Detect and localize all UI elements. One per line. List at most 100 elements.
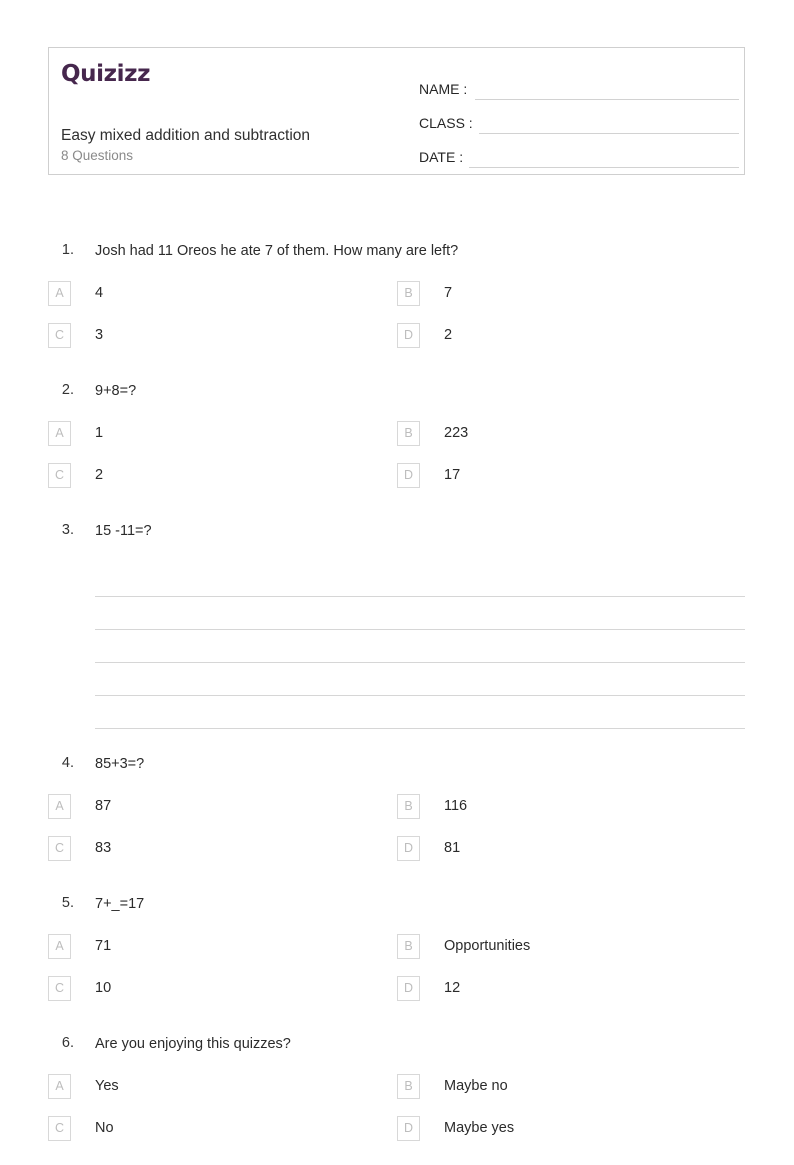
answer-option[interactable]: B7 <box>397 272 452 314</box>
answer-write-line[interactable] <box>95 696 745 729</box>
answer-option[interactable]: D 81 <box>397 827 460 869</box>
option-letter-box[interactable]: A <box>48 793 71 819</box>
option-row: C3D2 <box>0 314 794 356</box>
answer-option[interactable]: A Yes <box>48 1065 119 1107</box>
answer-options: A4B7C3D2 <box>0 272 794 356</box>
option-row: A Yes B Maybe no <box>0 1065 794 1107</box>
answer-option[interactable]: A 71 <box>48 925 111 967</box>
header-left-section: Quizizz Easy mixed addition and subtract… <box>61 48 411 174</box>
option-letter-box[interactable]: B <box>397 1073 420 1099</box>
question-block: 5. 7+_=17 A 71 B Opportunities C 10 D 12 <box>0 885 794 1025</box>
option-letter-box[interactable]: C <box>48 1115 71 1141</box>
answer-write-line[interactable] <box>95 597 745 630</box>
option-letter-box[interactable]: C <box>48 975 71 1001</box>
question-spacer <box>0 496 794 512</box>
answer-write-line[interactable] <box>95 663 745 696</box>
option-text: Maybe yes <box>444 1120 515 1136</box>
answer-write-line[interactable] <box>95 564 745 597</box>
option-letter-box[interactable]: C <box>48 835 71 861</box>
answer-option[interactable]: D 17 <box>397 454 460 496</box>
option-letter-box[interactable]: B <box>397 793 420 819</box>
answer-option[interactable]: A4 <box>48 272 103 314</box>
option-letter-box[interactable]: D <box>397 322 420 348</box>
question-block: 3. 15 -11=? <box>0 512 794 745</box>
question-block: 1. Josh had 11 Oreos he ate 7 of them. Ho… <box>0 232 794 372</box>
question-number: 1. <box>61 242 74 258</box>
answer-option[interactable]: D 12 <box>397 967 460 1009</box>
question-text: 15 -11=? <box>95 523 152 539</box>
question-spacer <box>0 356 794 372</box>
option-text: 71 <box>95 938 112 954</box>
question-block: 2. 9+8=? A 1 B 223 C 2 D 17 <box>0 372 794 512</box>
name-field-label: NAME : <box>419 81 468 97</box>
answer-option[interactable]: C No <box>48 1107 114 1149</box>
option-text: 3 <box>95 327 104 343</box>
option-row: A 1 B 223 <box>0 412 794 454</box>
option-letter-box[interactable]: A <box>48 420 71 446</box>
answer-options: A 1 B 223 C 2 D 17 <box>0 412 794 496</box>
option-text: 81 <box>444 840 461 856</box>
option-text: Yes <box>95 1078 119 1094</box>
answer-option[interactable]: B Opportunities <box>397 925 530 967</box>
option-letter-box[interactable]: A <box>48 1073 71 1099</box>
date-field-row: DATE : <box>419 134 739 168</box>
answer-options: A 87 B 116 C 83 D 81 <box>0 785 794 869</box>
answer-option[interactable]: C3 <box>48 314 103 356</box>
answer-option[interactable]: B Maybe no <box>397 1065 508 1107</box>
option-text: 87 <box>95 798 112 814</box>
answer-write-line[interactable] <box>95 630 745 663</box>
questions-list: 1. Josh had 11 Oreos he ate 7 of them. Ho… <box>0 232 794 1165</box>
option-letter-box[interactable]: D <box>397 975 420 1001</box>
answer-option[interactable]: A1 <box>48 412 103 454</box>
answer-option[interactable]: D Maybe yes <box>397 1107 514 1149</box>
option-text: 223 <box>444 425 469 441</box>
option-letter-box[interactable]: B <box>397 280 420 306</box>
date-field-input-line[interactable] <box>469 147 739 168</box>
question-number: 2. <box>61 382 74 398</box>
answer-option[interactable]: A 87 <box>48 785 111 827</box>
option-letter-box[interactable]: C <box>48 322 71 348</box>
question-header: 2. 9+8=? <box>0 372 794 412</box>
option-letter-box[interactable]: B <box>397 933 420 959</box>
option-text: Opportunities <box>444 938 531 954</box>
answer-option[interactable]: C 83 <box>48 827 111 869</box>
option-letter-box[interactable]: C <box>48 462 71 488</box>
date-field-label: DATE : <box>419 149 464 165</box>
option-row: A 87 B 116 <box>0 785 794 827</box>
option-text: Maybe no <box>444 1078 508 1094</box>
option-row: A 71 B Opportunities <box>0 925 794 967</box>
option-letter-box[interactable]: D <box>397 462 420 488</box>
worksheet-title: Easy mixed addition and subtraction <box>61 127 311 144</box>
option-text: 10 <box>95 980 112 996</box>
option-letter-box[interactable]: B <box>397 420 420 446</box>
question-block: 4. 85+3=? A 87 B 116 C 83 D 81 <box>0 745 794 885</box>
class-field-input-line[interactable] <box>478 113 739 134</box>
option-letter-box[interactable]: A <box>48 280 71 306</box>
option-letter-box[interactable]: D <box>397 835 420 861</box>
question-number: 5. <box>61 895 74 911</box>
question-text: Josh had 11 Oreos he ate 7 of them. How … <box>95 243 459 259</box>
answer-options: A 71 B Opportunities C 10 D 12 <box>0 925 794 1009</box>
name-field-input-line[interactable] <box>475 79 739 100</box>
question-header: 4. 85+3=? <box>0 745 794 785</box>
option-letter-box[interactable]: D <box>397 1115 420 1141</box>
class-field-row: CLASS : <box>419 100 739 134</box>
option-text: No <box>95 1120 114 1136</box>
name-field-row: NAME : <box>419 66 739 100</box>
answer-option[interactable]: D2 <box>397 314 452 356</box>
answer-option[interactable]: B 223 <box>397 412 468 454</box>
option-text: 2 <box>95 467 104 483</box>
option-text: 83 <box>95 840 112 856</box>
quizizz-logo-text: Quizizz <box>61 61 151 87</box>
quizizz-logo: Quizizz <box>61 61 150 87</box>
answer-option[interactable]: B 116 <box>397 785 467 827</box>
question-header: 3. 15 -11=? <box>0 512 794 552</box>
answer-option[interactable]: C 10 <box>48 967 111 1009</box>
question-number: 4. <box>61 755 74 771</box>
option-letter-box[interactable]: A <box>48 933 71 959</box>
answer-options: A Yes B Maybe no C No D Maybe yes <box>0 1065 794 1149</box>
answer-option[interactable]: C2 <box>48 454 103 496</box>
open-response-area[interactable] <box>0 552 794 729</box>
question-count-label: 8 Questions <box>61 148 134 163</box>
option-text: 4 <box>95 285 104 301</box>
